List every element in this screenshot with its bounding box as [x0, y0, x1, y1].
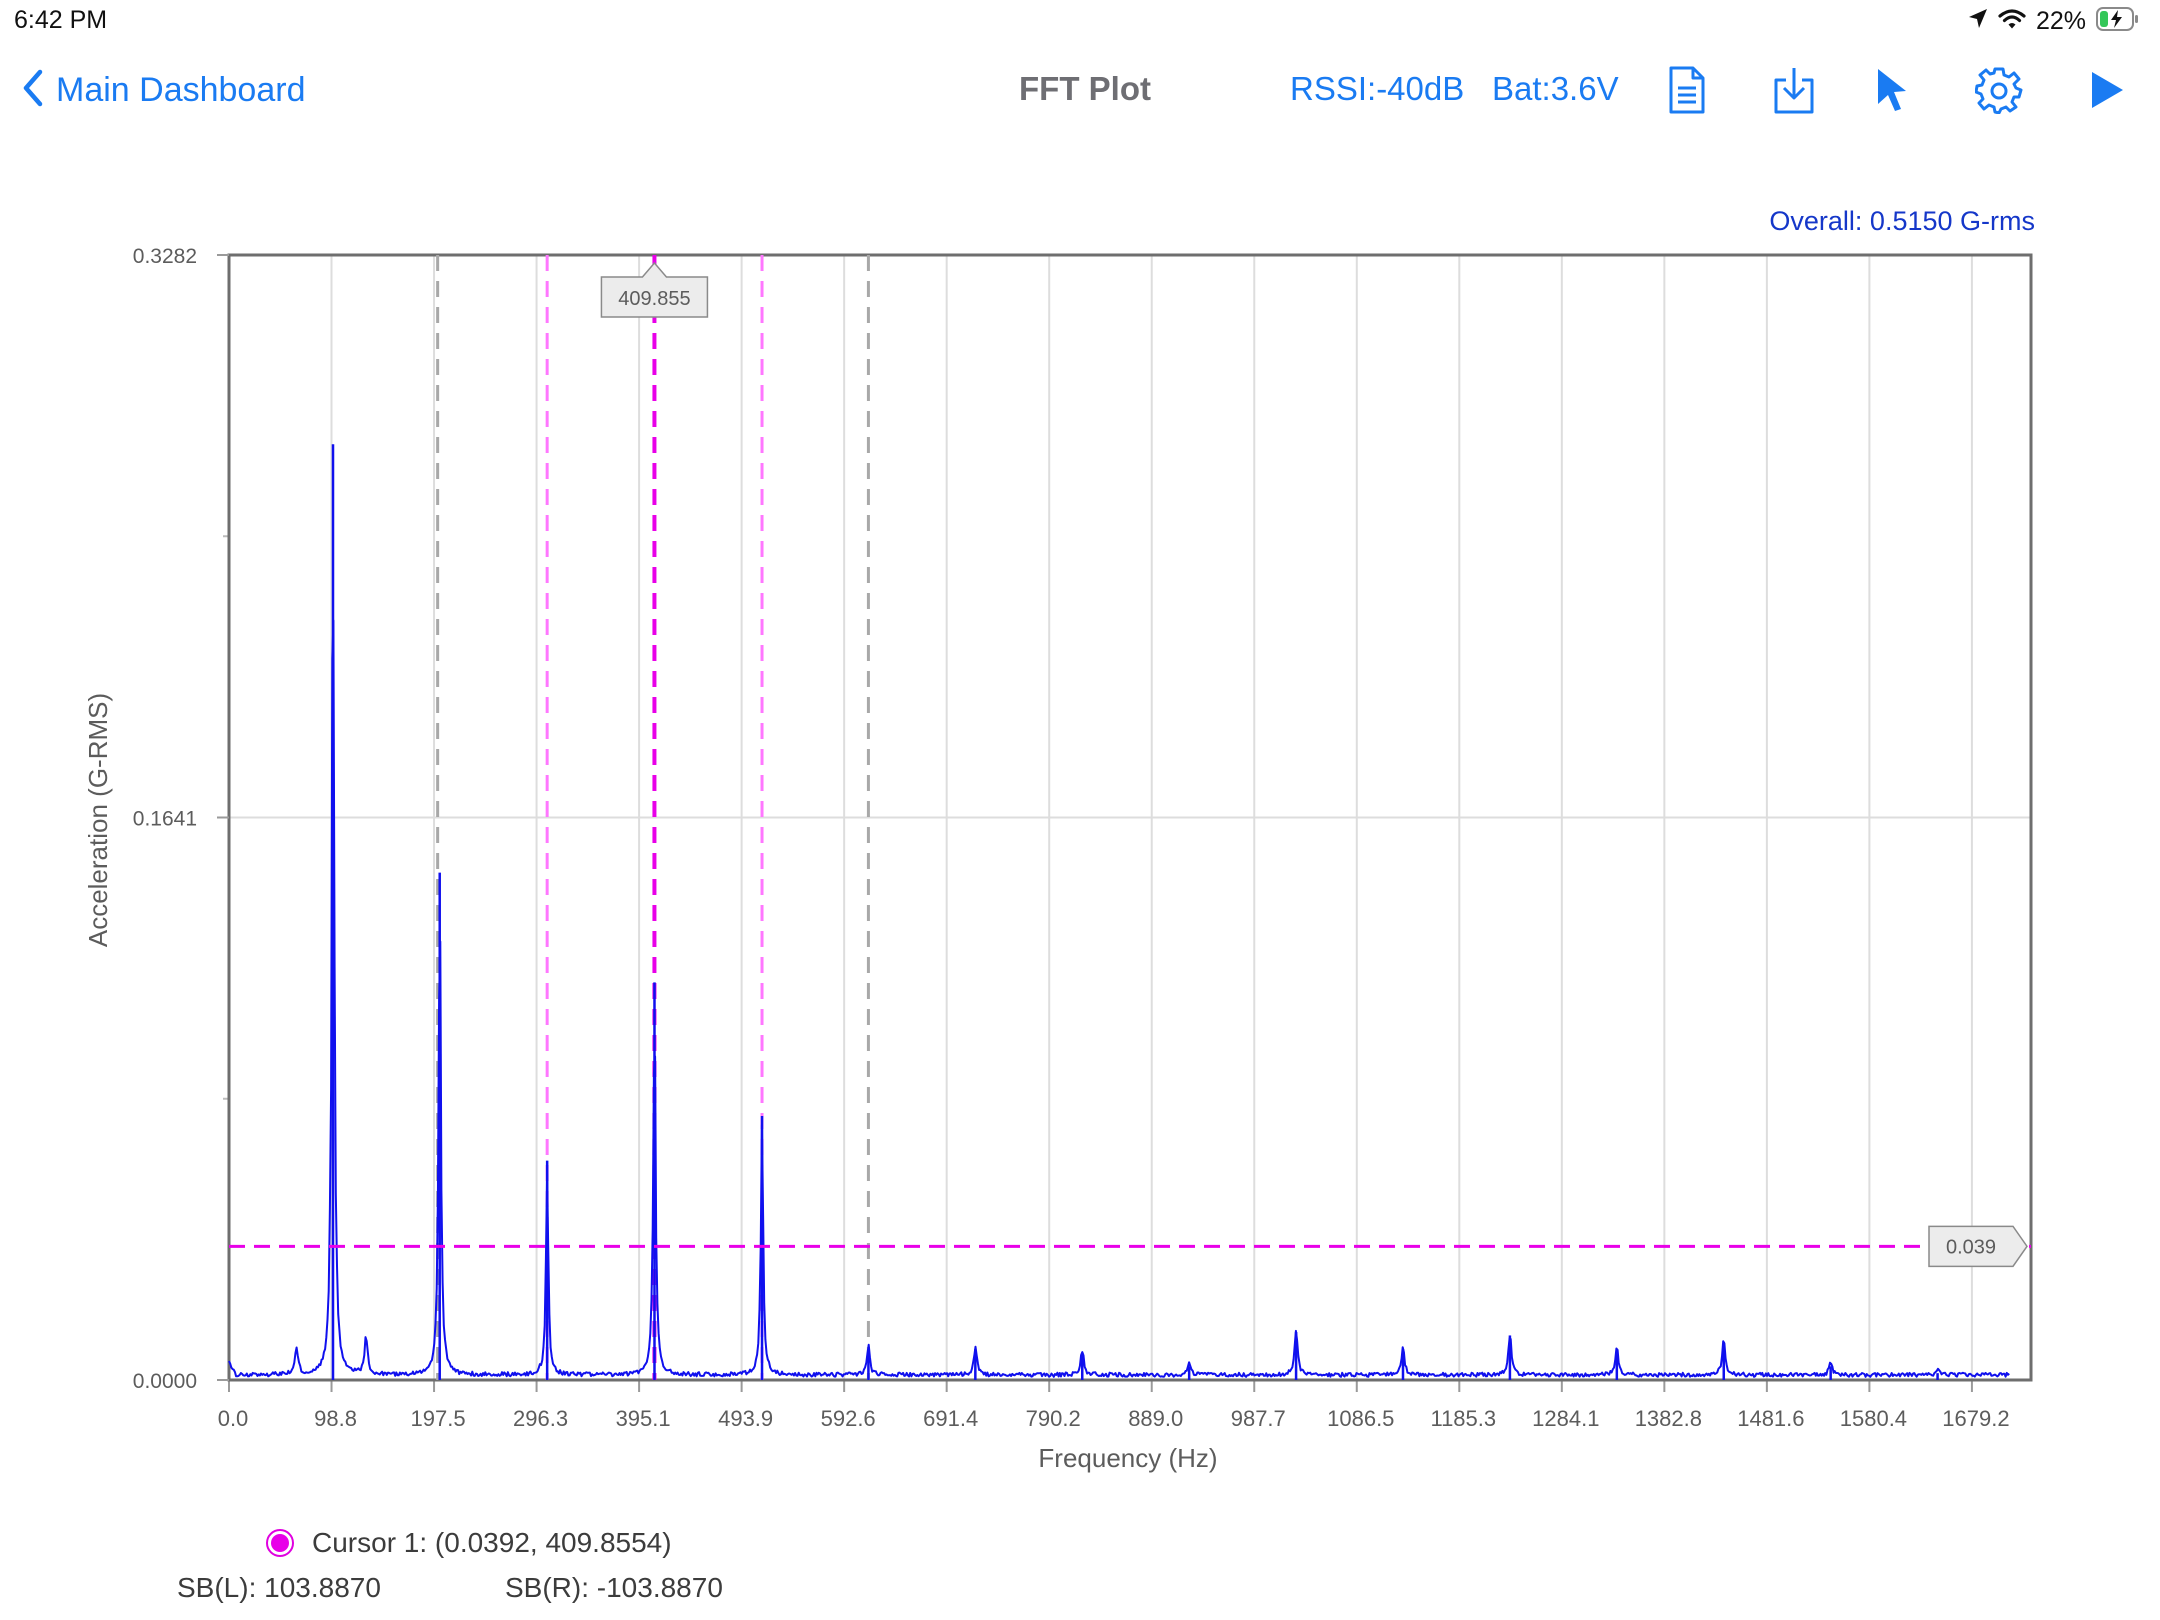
status-indicators: 22% [1968, 6, 2140, 36]
y-tick-label: 0.3282 [133, 245, 197, 268]
chevron-left-icon [22, 69, 44, 112]
battery-percent: 22% [2035, 6, 2086, 35]
x-axis-label: Frequency (Hz) [1038, 1443, 1217, 1473]
x-tick-label: 1185.3 [1430, 1406, 1496, 1431]
x-tick-label: 691.4 [923, 1406, 978, 1431]
back-button[interactable]: Main Dashboard [22, 66, 305, 114]
wifi-icon [1998, 8, 2026, 35]
settings-button[interactable] [1969, 64, 2029, 120]
frequency-cursor-callout[interactable]: 409.855 [600, 261, 709, 318]
x-tick-label: 1284.1 [1532, 1406, 1599, 1431]
cursor-pointer-icon [1875, 67, 1909, 118]
x-tick-label: 889.0 [1128, 1406, 1183, 1431]
download-button[interactable] [1764, 64, 1824, 120]
x-tick-label: 493.9 [718, 1406, 773, 1431]
x-tick-label: 98.8 [314, 1406, 357, 1431]
cursor-marker-icon [266, 1529, 294, 1557]
battery-charging-icon [2096, 6, 2140, 36]
page-title: FFT Plot [1019, 70, 1151, 107]
navigation-bar: Main Dashboard FFT Plot RSSI:-40dB Bat:3… [0, 60, 2160, 120]
report-document-icon [1667, 66, 1707, 119]
spectrum-peaks [331, 444, 1939, 1380]
amplitude-cursor-callout[interactable]: 0.039 [1928, 1225, 2028, 1268]
x-tick-label: 296.3 [513, 1406, 568, 1431]
x-tick-label: 790.2 [1026, 1406, 1081, 1431]
x-tick-label: 1679.2 [1942, 1406, 2009, 1431]
x-tick-label: 1382.8 [1635, 1406, 1702, 1431]
back-button-label: Main Dashboard [56, 70, 306, 109]
fft-chart[interactable]: 0.0000 0.1641 0.3282 0.0 98.8 197.5 296.3 395.… [0, 240, 2160, 1500]
x-tick-label: 987.7 [1231, 1406, 1286, 1431]
play-button[interactable] [2077, 64, 2137, 120]
y-tick-label: 0.1641 [133, 808, 197, 831]
y-tick-labels: 0.0000 0.1641 0.3282 [133, 245, 229, 1393]
chart-grid [223, 255, 2031, 1392]
y-axis-label: Acceleration (G-RMS) [83, 693, 113, 947]
frequency-cursor-label: 409.855 [618, 288, 690, 310]
spectrum-series [228, 619, 2010, 1378]
location-arrow-icon [1968, 8, 1988, 35]
sensor-battery-status: Bat:3.6V [1492, 70, 1619, 107]
rssi-status: RSSI:-40dB [1290, 70, 1465, 107]
play-icon [2089, 70, 2125, 115]
status-bar: 6:42 PM 22% [0, 0, 2160, 40]
overall-grms: Overall: 0.5150 G-rms [1769, 206, 2035, 236]
cursor1-readout: Cursor 1: (0.0392, 409.8554) [312, 1527, 672, 1558]
amplitude-cursor-label: 0.039 [1946, 1236, 1996, 1258]
download-icon [1772, 66, 1816, 119]
y-tick-label: 0.0000 [133, 1370, 197, 1393]
status-time: 6:42 PM [14, 6, 108, 34]
sideband-right-readout: SB(R): -103.8870 [505, 1572, 723, 1603]
x-tick-label: 592.6 [821, 1406, 876, 1431]
x-tick-labels: 0.0 98.8 197.5 296.3 395.1 493.9 592.6 691.4 790… [218, 1406, 2010, 1431]
report-button[interactable] [1657, 64, 1717, 120]
x-tick-label: 395.1 [616, 1406, 671, 1431]
settings-gear-icon [1974, 66, 2023, 119]
x-tick-label: 1086.5 [1327, 1406, 1394, 1431]
x-tick-label: 1580.4 [1840, 1406, 1907, 1431]
x-tick-label: 1481.6 [1737, 1406, 1804, 1431]
x-tick-label: 0.0 [218, 1406, 249, 1431]
sideband-left-readout: SB(L): 103.8870 [177, 1572, 381, 1603]
cursor-legend: Cursor 1: (0.0392, 409.8554) [266, 1526, 672, 1560]
cursor-mode-button[interactable] [1862, 64, 1922, 120]
x-tick-label: 197.5 [411, 1406, 466, 1431]
